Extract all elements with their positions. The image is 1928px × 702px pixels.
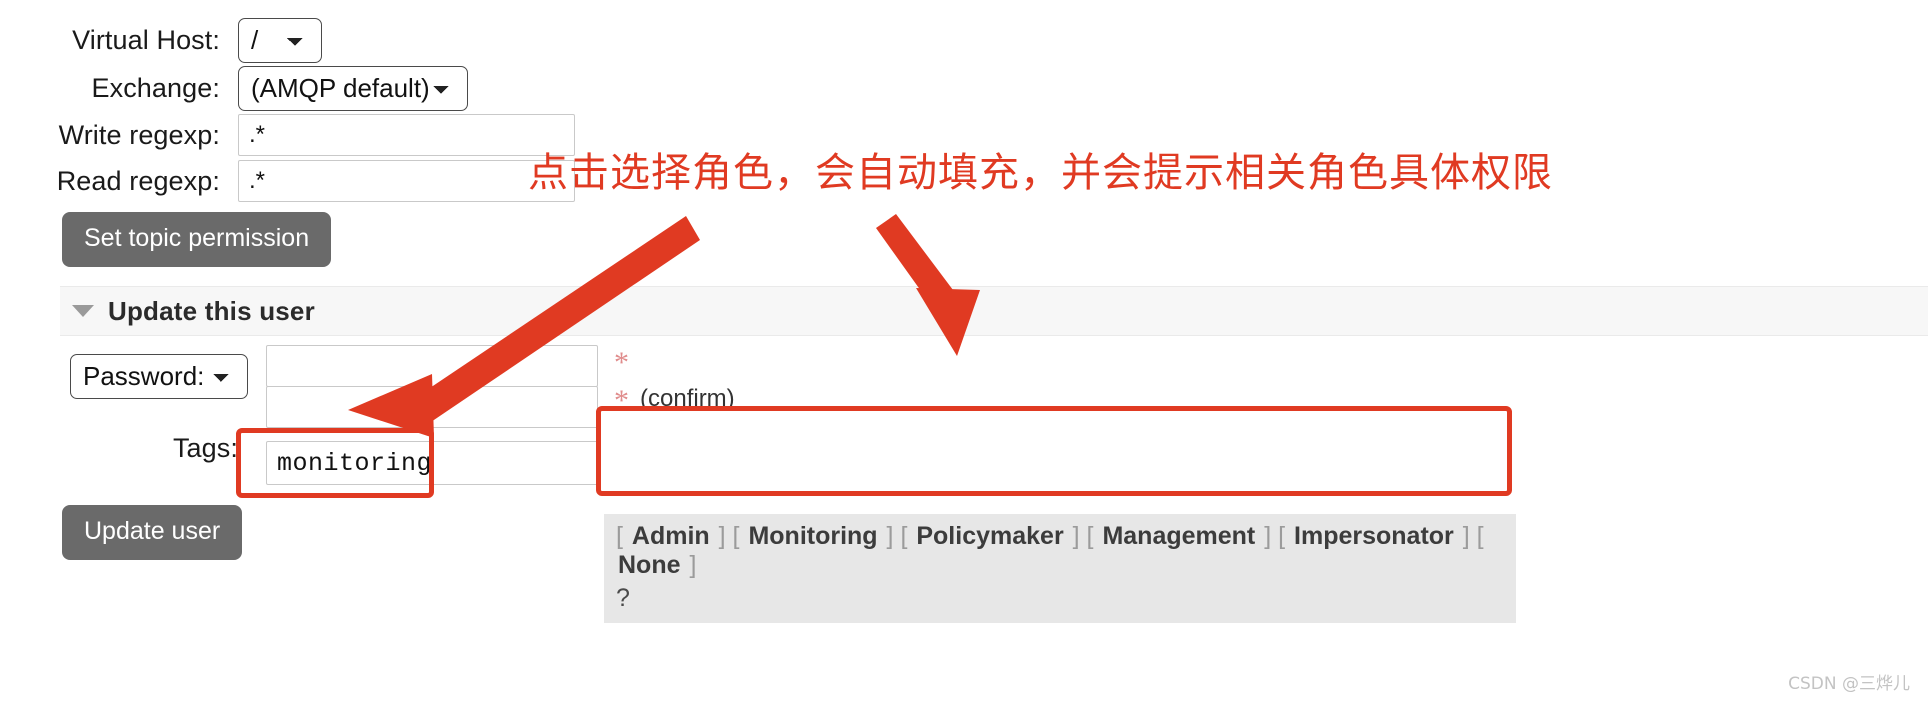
screenshot-root: Virtual Host: / Exchange: (AMQP default)… (0, 0, 1928, 702)
triangle-down-icon[interactable] (72, 305, 94, 317)
read-regexp-label: Read regexp: (56, 165, 220, 196)
update-user-button[interactable]: Update user (62, 505, 243, 560)
exchange-select[interactable]: (AMQP default) (238, 66, 468, 111)
bracket-close-icon: ] (886, 522, 894, 550)
password-confirm-label: (confirm) (640, 385, 735, 412)
update-this-user-section-header[interactable]: Update this user (60, 286, 1928, 336)
tag-link-monitoring[interactable]: Monitoring (748, 522, 877, 550)
write-regexp-input[interactable] (238, 114, 575, 156)
form-row-exchange: Exchange: (AMQP default) (0, 66, 680, 111)
form-row-virtual-host: Virtual Host: / (0, 18, 520, 63)
bracket-open-icon: [ (616, 522, 623, 550)
tag-link-admin[interactable]: Admin (632, 522, 710, 550)
password-input[interactable] (266, 345, 598, 387)
tags-input[interactable] (266, 441, 598, 485)
write-regexp-label: Write regexp: (58, 119, 220, 150)
tag-suggestions-popup: [ Admin ] [ Monitoring ] [ Policymaker ]… (604, 514, 1516, 623)
tag-link-impersonator[interactable]: Impersonator (1294, 522, 1454, 550)
bracket-close-icon: ] (1462, 522, 1470, 550)
bracket-open-icon: [ (1278, 522, 1286, 550)
tag-suggestion-item-policymaker: [ Policymaker ] (900, 522, 1086, 550)
tag-suggestion-item-monitoring: [ Monitoring ] (733, 522, 901, 550)
tags-label: Tags: (172, 433, 238, 463)
read-regexp-input[interactable] (238, 160, 575, 202)
bracket-close-icon: ] (689, 551, 697, 579)
tag-link-policymaker[interactable]: Policymaker (916, 522, 1063, 550)
tag-link-management[interactable]: Management (1102, 522, 1255, 550)
tag-link-none[interactable]: None (618, 551, 681, 579)
bracket-open-icon: [ (1476, 522, 1484, 550)
bracket-close-icon: ] (1072, 522, 1080, 550)
virtual-host-label: Virtual Host: (72, 25, 220, 55)
bracket-close-icon: ] (1264, 522, 1272, 550)
virtual-host-select[interactable]: / (238, 18, 322, 63)
bracket-open-icon: [ (1086, 522, 1094, 550)
annotation-highlight-popup (596, 406, 1512, 496)
tag-suggestion-item-impersonator: [ Impersonator ] (1278, 522, 1477, 550)
annotation-note-text: 点击选择角色，会自动填充，并会提示相关角色具体权限 (528, 150, 1553, 196)
bracket-open-icon: [ (900, 522, 908, 550)
update-this-user-title: Update this user (108, 295, 315, 326)
password-type-select[interactable]: Password: (70, 354, 248, 399)
csdn-watermark: CSDN @三烨儿 (1788, 674, 1910, 694)
set-topic-permission-button[interactable]: Set topic permission (62, 212, 332, 267)
bracket-open-icon: [ (732, 522, 740, 550)
password-confirm-input[interactable] (266, 386, 598, 428)
password-confirm-required-marker: * (614, 384, 629, 417)
bracket-close-icon: ] (718, 522, 726, 550)
tag-suggestion-item-management: [ Management ] (1087, 522, 1279, 550)
tags-help-link[interactable]: ? (616, 584, 1506, 613)
tag-suggestion-item-admin: [ Admin ] (616, 522, 733, 550)
exchange-label: Exchange: (91, 73, 220, 103)
password-required-marker: * (614, 346, 629, 379)
